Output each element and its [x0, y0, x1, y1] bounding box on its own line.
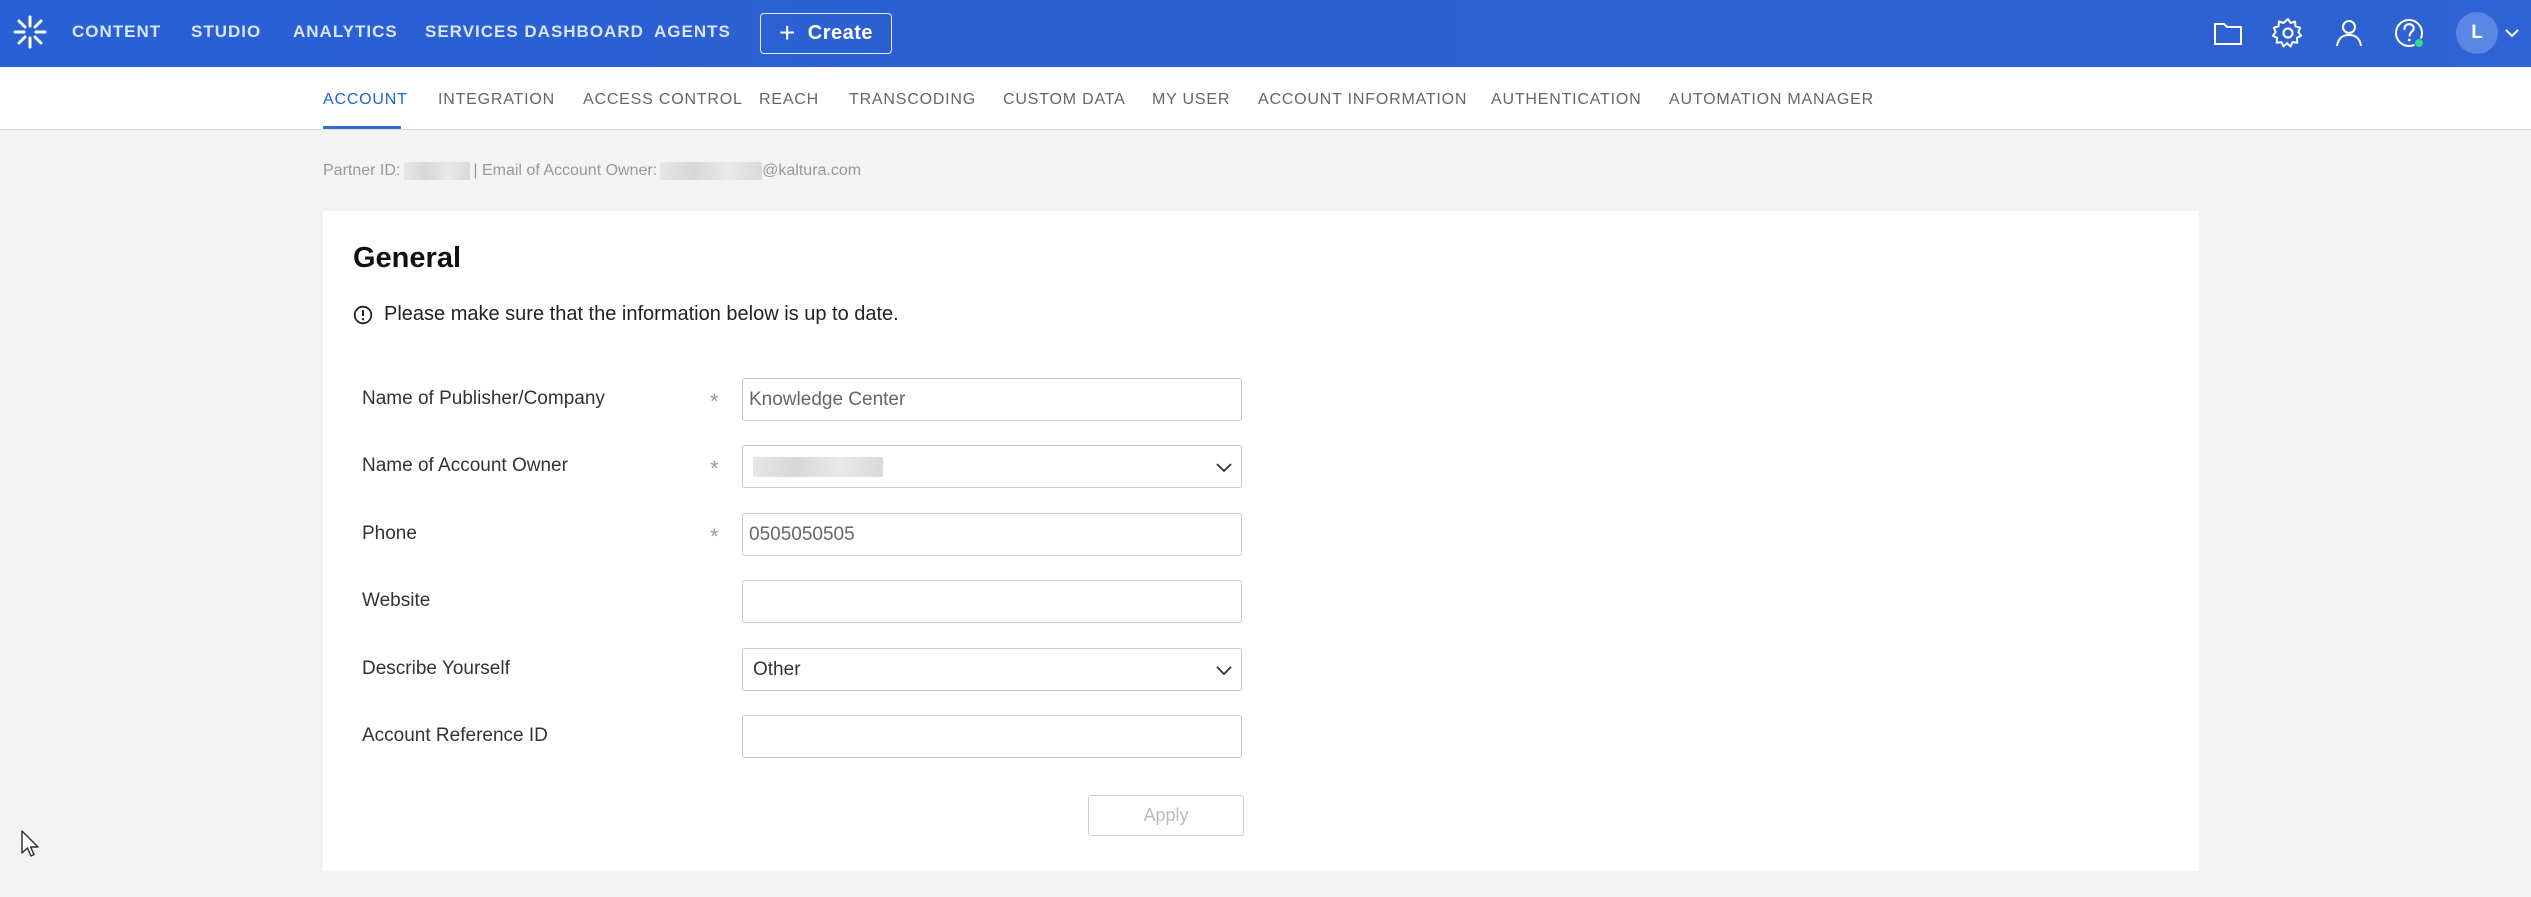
create-button[interactable]: + Create — [760, 13, 892, 54]
required-marker: * — [710, 524, 719, 549]
phone-input[interactable]: 0505050505 — [742, 513, 1242, 556]
active-tab-indicator — [323, 126, 401, 129]
tab-account-information[interactable]: ACCOUNT INFORMATION — [1258, 91, 1467, 109]
chevron-down-icon — [1216, 666, 1232, 676]
tab-automation-manager[interactable]: AUTOMATION MANAGER — [1669, 91, 1874, 109]
tab-integration[interactable]: INTEGRATION — [438, 91, 555, 109]
gear-icon[interactable] — [2269, 14, 2307, 52]
tab-account[interactable]: ACCOUNT — [323, 91, 408, 109]
top-navigation-bar: CONTENT STUDIO ANALYTICS SERVICES DASHBO… — [0, 0, 2531, 67]
account-owner-select[interactable] — [742, 445, 1242, 488]
apply-button[interactable]: Apply — [1088, 795, 1244, 836]
avatar[interactable]: L — [2456, 12, 2498, 54]
general-card: General Please make sure that the inform… — [323, 211, 2199, 871]
describe-yourself-select[interactable]: Other — [742, 648, 1242, 691]
chevron-down-icon — [1216, 463, 1232, 473]
kaltura-logo-icon[interactable] — [12, 14, 48, 50]
owner-name-redacted — [753, 456, 883, 477]
page-title: General — [353, 242, 461, 274]
info-circle-icon — [353, 305, 373, 324]
owner-email-redacted — [660, 162, 763, 180]
owner-email-domain: @kaltura.com — [762, 162, 862, 179]
required-marker: * — [710, 389, 719, 414]
publisher-label: Name of Publisher/Company — [362, 388, 605, 409]
nav-content[interactable]: CONTENT — [72, 22, 161, 42]
website-label: Website — [362, 590, 431, 611]
nav-agents[interactable]: AGENTS — [654, 22, 731, 42]
tab-my-user[interactable]: MY USER — [1152, 91, 1230, 109]
info-notice: Please make sure that the information be… — [353, 303, 899, 326]
nav-studio[interactable]: STUDIO — [191, 22, 261, 42]
partner-id-redacted — [404, 162, 471, 180]
website-input[interactable] — [742, 580, 1242, 623]
publisher-input[interactable]: Knowledge Center — [742, 378, 1242, 421]
folder-icon[interactable] — [2209, 14, 2247, 52]
describe-yourself-value: Other — [753, 658, 801, 680]
tab-custom-data[interactable]: CUSTOM DATA — [1003, 91, 1126, 109]
account-reference-id-input[interactable] — [742, 715, 1242, 758]
phone-label: Phone — [362, 523, 417, 544]
mouse-cursor-icon — [21, 830, 39, 857]
tab-authentication[interactable]: AUTHENTICATION — [1491, 91, 1641, 109]
help-icon[interactable] — [2390, 14, 2428, 52]
user-icon[interactable] — [2330, 14, 2368, 52]
notice-text: Please make sure that the information be… — [384, 303, 899, 325]
account-owner-label: Name of Account Owner — [362, 455, 568, 476]
nav-services-dashboard[interactable]: SERVICES DASHBOARD — [425, 22, 644, 42]
owner-email-label: | Email of Account Owner: — [473, 162, 658, 179]
settings-tab-bar: ACCOUNT INTEGRATION ACCESS CONTROL REACH… — [0, 67, 2531, 130]
account-reference-id-label: Account Reference ID — [362, 725, 548, 746]
tab-transcoding[interactable]: TRANSCODING — [849, 91, 976, 109]
create-button-label: Create — [807, 22, 874, 44]
chevron-down-icon[interactable] — [2502, 25, 2522, 41]
partner-info: Partner ID: | Email of Account Owner: @k… — [323, 162, 861, 180]
nav-analytics[interactable]: ANALYTICS — [293, 22, 398, 42]
partner-id-label: Partner ID: — [323, 162, 401, 179]
tab-reach[interactable]: REACH — [759, 91, 819, 109]
plus-icon: + — [778, 16, 796, 48]
tab-access-control[interactable]: ACCESS CONTROL — [583, 91, 743, 109]
describe-yourself-label: Describe Yourself — [362, 658, 510, 679]
required-marker: * — [710, 456, 719, 481]
